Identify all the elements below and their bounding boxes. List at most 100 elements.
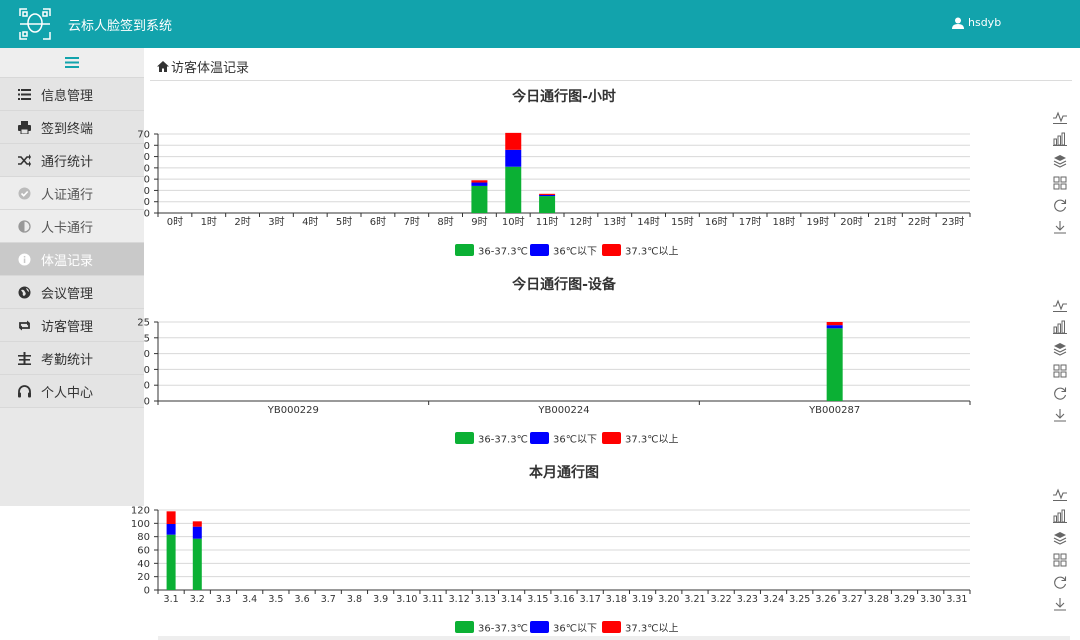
legend-label: 36-37.3℃ [478, 624, 528, 635]
legend-swatch [530, 432, 549, 444]
bar-37.3℃以上 [471, 180, 488, 183]
bar-36℃以下 [471, 182, 488, 186]
y-tick-label: 0 [144, 365, 150, 376]
x-tick-label: 3.22 [711, 594, 732, 605]
bar-37.3℃以上 [826, 322, 843, 326]
bar-36-37.3℃ [471, 185, 488, 213]
x-tick-label: 0时 [167, 216, 183, 228]
x-tick-label: 22时 [908, 216, 931, 228]
x-tick-label: 3.8 [347, 594, 362, 605]
bar-chart-icon[interactable] [1053, 320, 1067, 334]
x-tick-label: 3.15 [527, 594, 548, 605]
y-tick-label: 120 [131, 506, 150, 517]
legend-label: 37.3℃以上 [625, 246, 679, 258]
legend-swatch [602, 621, 621, 633]
x-tick-label: 3.29 [894, 594, 915, 605]
y-tick-label: 0 [144, 152, 150, 163]
y-tick-label: 100 [131, 519, 150, 530]
x-tick-label: 18时 [773, 216, 796, 228]
charts-canvas: 今日通行图-小时0000000700时 1时 2时 3时 4时 5时 6时 7时 8时 9时 10时… [131, 88, 971, 635]
y-tick-label: 0 [144, 175, 150, 186]
line-chart-icon[interactable] [1053, 110, 1067, 124]
download-icon[interactable] [1053, 408, 1067, 422]
y-tick-label: 5 [144, 333, 150, 344]
chart-toolbox-0 [1050, 110, 1070, 242]
x-tick-label: 3.6 [295, 594, 310, 605]
bar-36℃以下 [539, 194, 556, 197]
line-chart-icon[interactable] [1053, 298, 1067, 312]
x-tick-label: YB000224 [537, 405, 589, 416]
legend-label: 36-37.3℃ [478, 247, 528, 258]
x-tick-label: 3.12 [449, 594, 470, 605]
chart-toolbox-1 [1050, 298, 1070, 430]
x-tick-label: 3.18 [606, 594, 627, 605]
bar-chart-icon[interactable] [1053, 509, 1067, 523]
x-tick-label: 3.9 [373, 594, 388, 605]
tiled-icon[interactable] [1053, 364, 1067, 378]
x-tick-label: 3.17 [580, 594, 601, 605]
y-tick-label: 80 [137, 532, 150, 543]
x-tick-label: YB000287 [808, 405, 860, 416]
x-tick-label: 15时 [671, 216, 694, 228]
x-tick-label: 14时 [637, 216, 660, 228]
restore-icon[interactable] [1053, 386, 1067, 400]
y-tick-label: 0 [144, 141, 150, 152]
y-tick-label: 60 [137, 546, 150, 557]
bar-chart-icon[interactable] [1053, 132, 1067, 146]
chart-title: 今日通行图-小时 [511, 88, 616, 105]
line-chart-icon[interactable] [1053, 487, 1067, 501]
x-tick-label: 3.4 [242, 594, 257, 605]
legend-swatch [455, 621, 474, 633]
bar-36-37.3℃ [505, 166, 522, 213]
chart-2: 本月通行图 0 20 40 60 80 100 120 3.1 3.2 3.3 3.4 3.5 3.6 3.… [131, 464, 971, 635]
x-tick-label: 3.1 [164, 594, 179, 605]
x-tick-label: 3.2 [190, 594, 205, 605]
download-icon[interactable] [1053, 597, 1067, 611]
restore-icon[interactable] [1053, 575, 1067, 589]
chart-title: 今日通行图-设备 [511, 276, 617, 293]
y-tick-label: 0 [144, 586, 150, 597]
legend-label: 36℃以下 [553, 624, 597, 635]
x-tick-label: 1时 [201, 216, 217, 228]
page-bottom-strip [158, 636, 1070, 640]
y-tick-label: 0 [144, 209, 150, 220]
stack-icon[interactable] [1053, 342, 1067, 356]
x-tick-label: 4时 [302, 216, 318, 228]
legend-swatch [530, 621, 549, 633]
x-tick-label: 3.25 [789, 594, 810, 605]
bar-37.3℃以上 [166, 511, 176, 524]
legend-swatch [455, 432, 474, 444]
stack-icon[interactable] [1053, 154, 1067, 168]
x-tick-label: 21时 [874, 216, 897, 228]
tiled-icon[interactable] [1053, 176, 1067, 190]
x-tick-label: YB000229 [267, 405, 319, 416]
legend-swatch [455, 244, 474, 256]
x-tick-label: 3.5 [268, 594, 283, 605]
bar-37.3℃以上 [505, 132, 522, 150]
y-tick-label: 0 [144, 381, 150, 392]
x-tick-label: 3.10 [396, 594, 417, 605]
y-tick-label: 25 [137, 318, 150, 329]
x-tick-label: 3.30 [920, 594, 941, 605]
bar-36-37.3℃ [539, 196, 556, 213]
bar-36℃以下 [505, 149, 522, 167]
x-tick-label: 5时 [336, 216, 352, 228]
download-icon[interactable] [1053, 220, 1067, 234]
x-tick-label: 3.27 [842, 594, 863, 605]
x-tick-label: 3.11 [422, 594, 443, 605]
x-tick-label: 3.20 [658, 594, 679, 605]
legend-label: 36℃以下 [553, 247, 597, 258]
legend-label: 37.3℃以上 [625, 434, 679, 446]
x-tick-label: 9时 [471, 216, 487, 228]
x-tick-label: 10时 [502, 216, 525, 228]
tiled-icon[interactable] [1053, 553, 1067, 567]
bar-36℃以下 [166, 524, 176, 535]
stack-icon[interactable] [1053, 531, 1067, 545]
y-tick-label: 0 [144, 186, 150, 197]
x-tick-label: 3.23 [737, 594, 758, 605]
bar-36℃以下 [192, 526, 202, 539]
x-tick-label: 3.31 [946, 594, 967, 605]
y-tick-label: 0 [144, 163, 150, 174]
x-tick-label: 17时 [739, 216, 762, 228]
restore-icon[interactable] [1053, 198, 1067, 212]
